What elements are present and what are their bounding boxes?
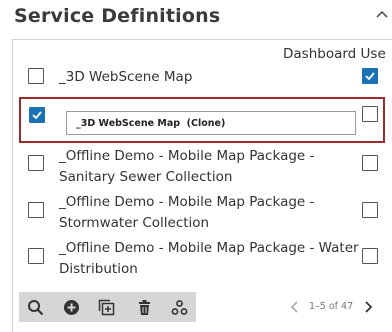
dashboard-use-checkbox[interactable] bbox=[362, 106, 378, 122]
row-label-line1: _Offline Demo - Mobile Map Package - bbox=[59, 194, 315, 210]
chevron-right-icon[interactable] bbox=[363, 300, 373, 314]
row-label: _3D WebScene Map bbox=[59, 69, 193, 85]
row-select-checkbox[interactable] bbox=[28, 155, 44, 171]
row-label-line1: _Offline Demo - Mobile Map Package - Wat… bbox=[59, 240, 359, 256]
chevron-up-icon[interactable] bbox=[376, 10, 388, 18]
rename-input[interactable] bbox=[66, 111, 356, 135]
pager-status: 1–5 of 47 bbox=[309, 301, 354, 312]
dashboard-use-checkbox[interactable] bbox=[362, 155, 378, 171]
checkmark-icon bbox=[365, 72, 375, 81]
add-icon[interactable] bbox=[63, 299, 80, 316]
search-icon[interactable] bbox=[27, 299, 44, 316]
list-toolbar bbox=[19, 292, 196, 322]
page-title: Service Definitions bbox=[14, 5, 221, 27]
row-label-line1: _Offline Demo - Mobile Map Package - bbox=[59, 148, 315, 164]
column-header-dashboard-use: Dashboard Use bbox=[283, 46, 386, 62]
checkmark-icon bbox=[32, 111, 42, 120]
dashboard-use-checkbox[interactable] bbox=[362, 68, 378, 84]
row-select-checkbox[interactable] bbox=[28, 202, 44, 218]
row-select-checkbox[interactable] bbox=[29, 107, 45, 123]
settings-icon[interactable] bbox=[171, 299, 188, 316]
dashboard-use-checkbox[interactable] bbox=[362, 202, 378, 218]
delete-icon[interactable] bbox=[136, 299, 153, 316]
clone-icon[interactable] bbox=[98, 299, 115, 316]
row-label-line2: Distribution bbox=[59, 261, 138, 277]
dashboard-use-checkbox[interactable] bbox=[362, 248, 378, 264]
row-select-checkbox[interactable] bbox=[28, 68, 44, 84]
row-label-line2: Stormwater Collection bbox=[59, 215, 210, 231]
chevron-left-icon[interactable] bbox=[290, 300, 300, 314]
row-label-line2: Sanitary Sewer Collection bbox=[59, 169, 233, 185]
row-select-checkbox[interactable] bbox=[28, 248, 44, 264]
